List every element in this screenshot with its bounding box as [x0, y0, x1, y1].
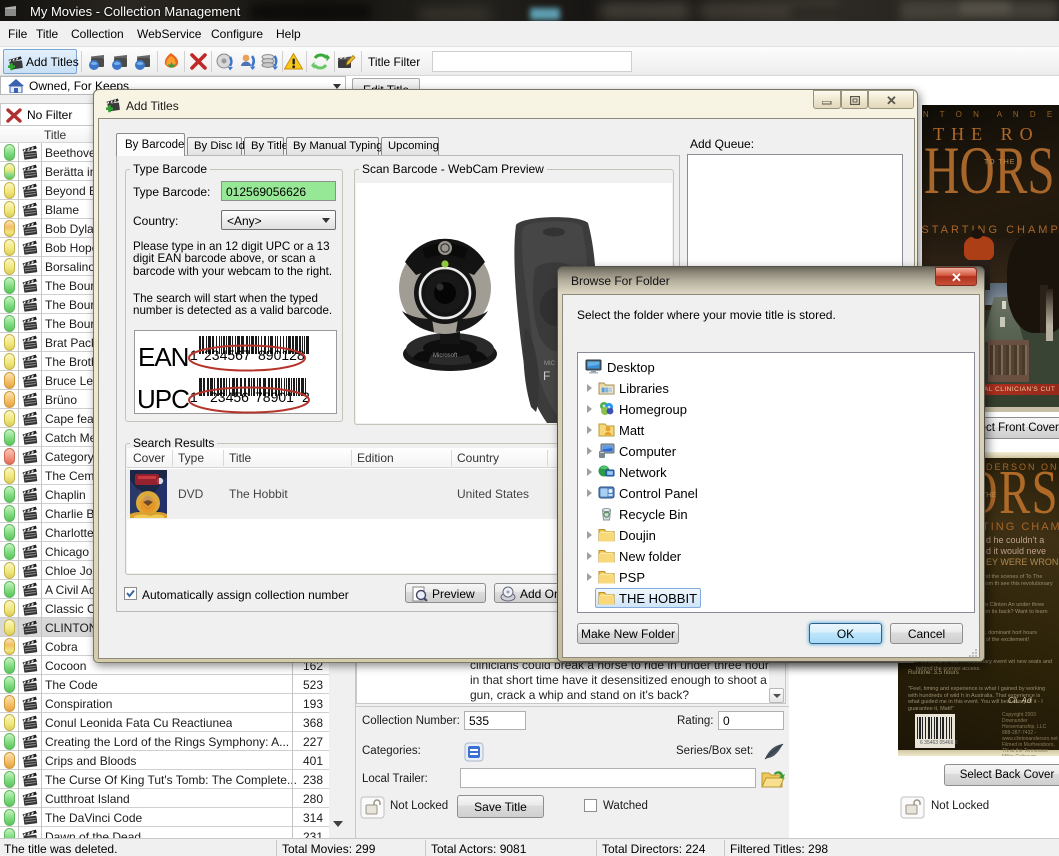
svg-text:MIC: MIC	[544, 361, 556, 367]
svg-text:Microsoft: Microsoft	[433, 353, 458, 359]
svg-text:F: F	[543, 369, 550, 383]
